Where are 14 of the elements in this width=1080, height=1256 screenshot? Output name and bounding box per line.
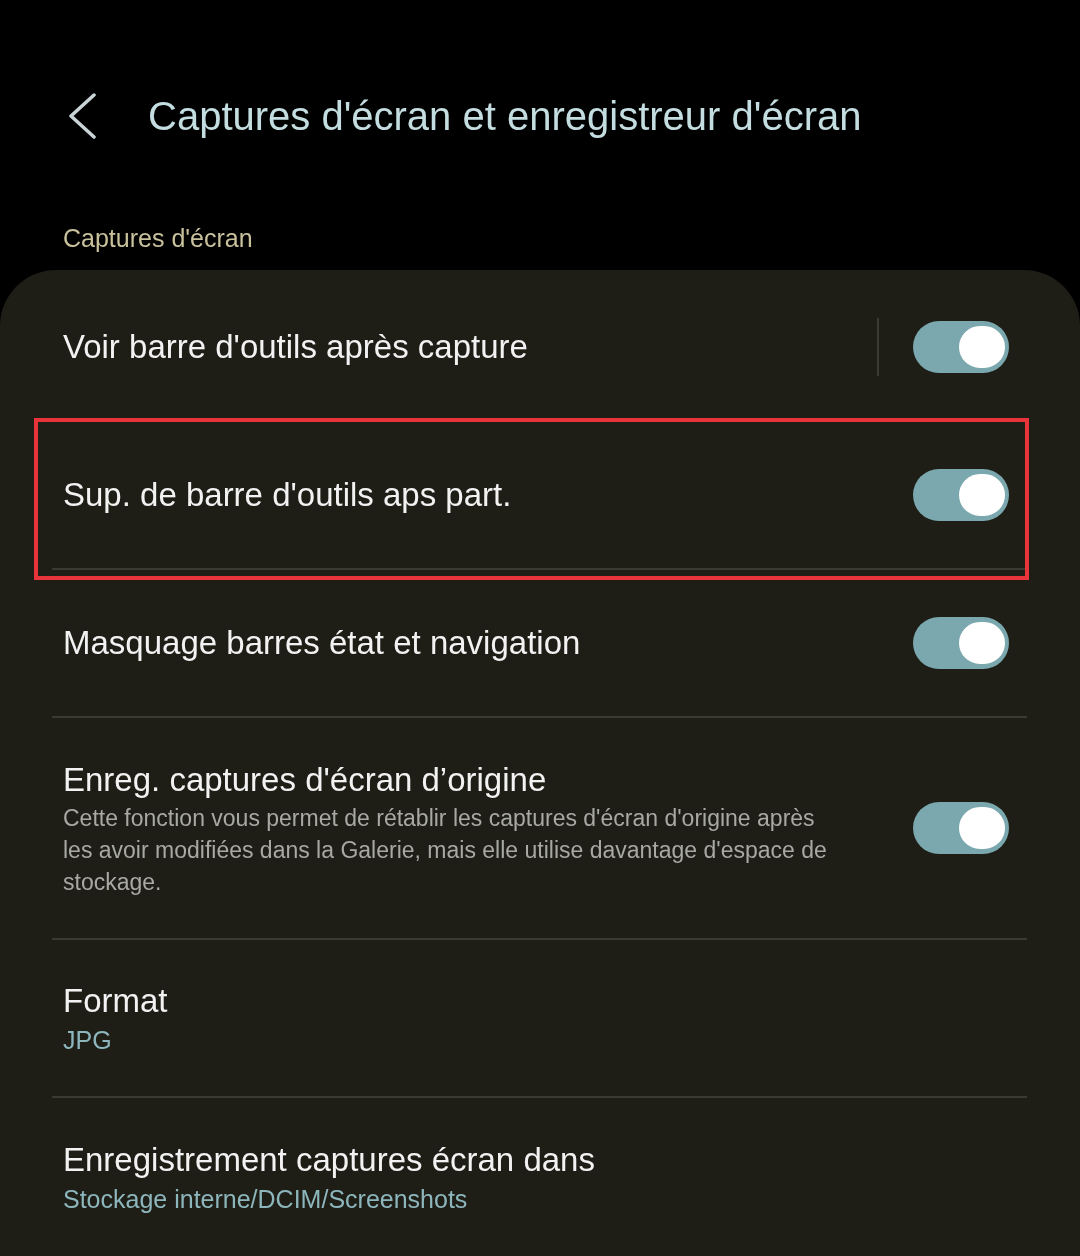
setting-title: Voir barre d'outils après capture bbox=[63, 327, 529, 367]
setting-description: Cette fonction vous permet de rétablir les captures d'écran d'origine après les avoir modifiées dans la Galerie, mais elle utilise davantage d'espace de stockage. bbox=[63, 804, 828, 897]
toggle-switch[interactable] bbox=[913, 617, 1009, 669]
setting-item[interactable]: Format JPG bbox=[52, 940, 1027, 1098]
section-label: Captures d'écran bbox=[63, 222, 253, 254]
setting-title: Masquage barres état et navigation bbox=[63, 623, 582, 663]
setting-title: Enreg. captures d'écran d’origine bbox=[63, 760, 548, 800]
toggle-switch[interactable] bbox=[913, 802, 1009, 854]
back-icon[interactable] bbox=[66, 92, 98, 139]
toggle-switch[interactable] bbox=[913, 469, 1009, 521]
toggle-switch[interactable] bbox=[913, 321, 1009, 373]
setting-title: Sup. de barre d'outils aps part. bbox=[63, 475, 513, 515]
page-title: Captures d'écran et enregistreur d'écran bbox=[148, 92, 862, 140]
setting-item[interactable]: Enregistrement captures écran dans Stockage interne/DCIM/Screenshots bbox=[52, 1098, 1027, 1256]
